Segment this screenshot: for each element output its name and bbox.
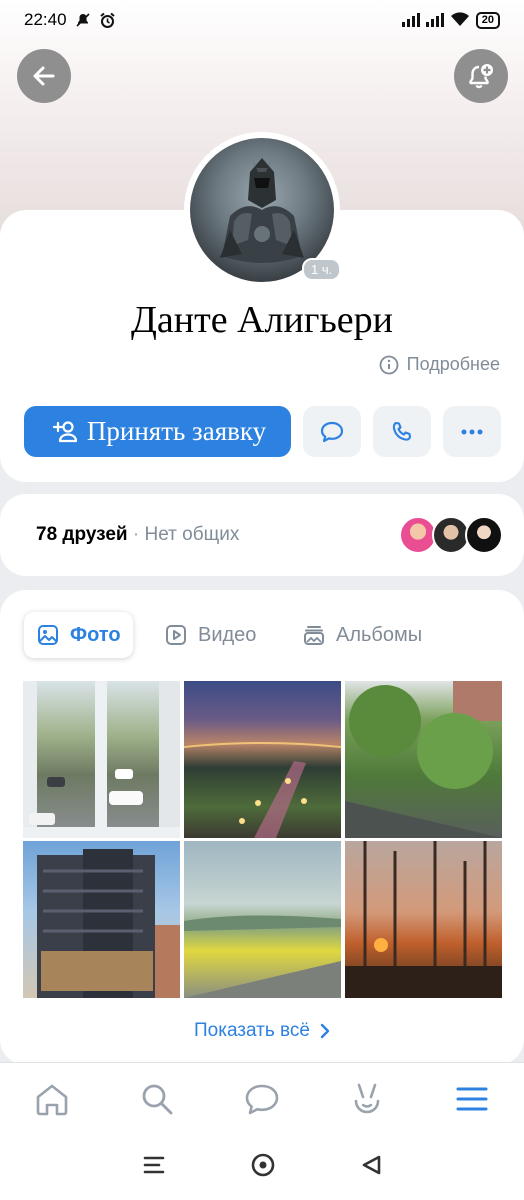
- signal-2-icon: [425, 13, 444, 27]
- home-circle-icon: [251, 1153, 275, 1176]
- message-button[interactable]: [303, 406, 361, 457]
- system-navigation-bar: [0, 1134, 524, 1200]
- photo-hotel-building[interactable]: [23, 841, 180, 998]
- signal-1-icon: [401, 13, 420, 27]
- tab-videos[interactable]: Видео: [152, 612, 268, 658]
- status-bar: 22:40 20: [0, 0, 524, 40]
- menu-icon: [456, 1087, 488, 1110]
- friends-count: 78 друзей: [36, 524, 128, 545]
- status-time: 22:40: [24, 10, 67, 29]
- show-all-photos-link[interactable]: Показать всё: [0, 1020, 524, 1042]
- alarm-icon: [99, 12, 115, 28]
- add-user-icon: [52, 420, 77, 442]
- friend-avatar[interactable]: [465, 516, 503, 554]
- tab-photos-label: Фото: [70, 623, 121, 646]
- search-icon: [142, 1084, 173, 1114]
- back-button[interactable]: [17, 49, 71, 103]
- phone-icon: [392, 421, 412, 441]
- system-recents-button[interactable]: [142, 1155, 166, 1180]
- call-button[interactable]: [373, 406, 431, 457]
- photo-yellow-field-road[interactable]: [184, 841, 341, 998]
- battery-icon: 20: [475, 11, 500, 29]
- tab-albums-label: Альбомы: [336, 623, 423, 646]
- arrow-left-icon: [33, 66, 55, 86]
- info-icon: [379, 355, 399, 374]
- clips-icon: [354, 1083, 380, 1113]
- nav-clips[interactable]: [337, 1069, 397, 1129]
- show-all-label: Показать всё: [194, 1020, 310, 1041]
- more-dots-icon: [461, 429, 483, 434]
- message-icon: [320, 421, 344, 442]
- bell-plus-icon: [469, 64, 493, 89]
- last-seen-badge: 1 ч.: [302, 258, 342, 281]
- details-link[interactable]: Подробнее: [379, 354, 500, 375]
- albums-icon: [304, 626, 324, 645]
- common-friends: Нет общих: [144, 524, 240, 545]
- back-triangle-icon: [362, 1155, 381, 1174]
- photo-city-night-park[interactable]: [184, 681, 341, 838]
- subscribe-notifications-button[interactable]: [454, 49, 508, 103]
- details-label: Подробнее: [406, 354, 500, 374]
- tab-albums[interactable]: Альбомы: [290, 612, 434, 658]
- recents-icon: [143, 1156, 165, 1173]
- mute-icon: [75, 13, 90, 27]
- system-home-button[interactable]: [250, 1152, 276, 1183]
- nav-search[interactable]: [127, 1069, 187, 1129]
- photo-tree-lined-street[interactable]: [345, 681, 502, 838]
- nav-home[interactable]: [22, 1069, 82, 1129]
- messages-icon: [245, 1084, 279, 1114]
- system-back-button[interactable]: [360, 1154, 382, 1181]
- more-actions-button[interactable]: [443, 406, 501, 457]
- image-icon: [38, 625, 58, 645]
- home-icon: [37, 1084, 68, 1115]
- photo-sunset-birches[interactable]: [345, 841, 502, 998]
- photo-window-courtyard[interactable]: [23, 681, 180, 838]
- nav-messages[interactable]: [232, 1069, 292, 1129]
- accept-request-label: Принять заявку: [86, 416, 267, 446]
- bottom-tab-bar: [0, 1062, 524, 1134]
- accept-request-button[interactable]: Принять заявку: [24, 406, 291, 457]
- tab-videos-label: Видео: [198, 623, 257, 646]
- tab-photos[interactable]: Фото: [24, 612, 133, 658]
- nav-menu[interactable]: [442, 1069, 502, 1129]
- profile-name: Данте Алигьери: [131, 299, 393, 341]
- wifi-icon: [450, 12, 469, 26]
- friends-separator: ·: [132, 524, 140, 545]
- play-icon: [166, 625, 186, 645]
- chevron-right-icon: [320, 1023, 330, 1039]
- friends-summary[interactable]: 78 друзей · Нет общих: [36, 524, 239, 546]
